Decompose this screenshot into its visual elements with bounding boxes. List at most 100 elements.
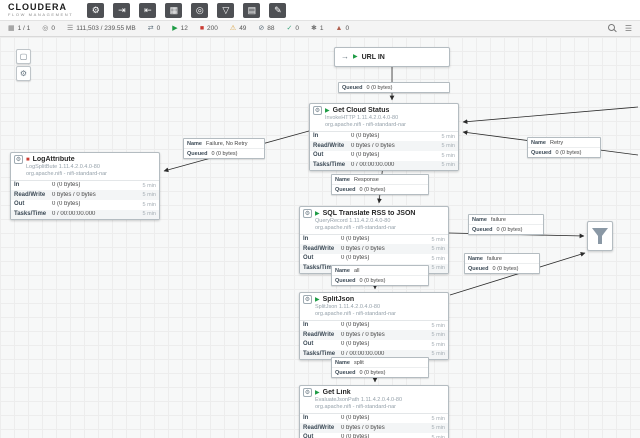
status-icon: ⊘ — [258, 25, 264, 32]
run-status-icon: ▶ — [315, 211, 320, 217]
name-row: Name failure — [465, 254, 539, 263]
toolbar-button-template[interactable]: ▤ — [243, 3, 260, 18]
status-item-stopped: ■ 200 — [200, 25, 218, 32]
stat-row: Out 0 (0 bytes) 5 min — [300, 340, 448, 350]
name-row: Name Retry — [528, 138, 600, 147]
processor-name: Get Link — [323, 389, 351, 396]
name-row: Name failure — [469, 215, 543, 224]
processor-name: SQL Translate RSS to JSON — [323, 210, 416, 217]
toolbar-icon: ▦ — [170, 6, 179, 15]
name-row: Name split — [332, 358, 428, 367]
input-port-url-in[interactable]: → ▶ URL IN — [334, 47, 450, 67]
toolbar-button-remote-process-group[interactable]: ◎ — [191, 3, 208, 18]
connection-label-retry[interactable]: Name Retry Queued 0 (0 bytes) — [527, 137, 601, 158]
queued-row: Queued 0 (0 bytes) — [332, 367, 428, 377]
processor-stats: In 0 (0 bytes) 5 min Read/Write 0 bytes … — [300, 413, 448, 438]
status-value: 1 / 1 — [18, 25, 31, 32]
operate-palette-button[interactable]: ⚙ — [16, 66, 31, 81]
processor-log-attribute[interactable]: ⚙ ■ LogAttribute LogSplitBute 1.11.4.2.0… — [10, 152, 160, 220]
status-value: 111,503 / 239.55 MB — [76, 25, 135, 32]
processor-stats: In 0 (0 bytes) 5 min Read/Write 0 bytes … — [300, 320, 448, 359]
status-items: ▦ 1 / 1 ◎ 0 ☰ 111,503 / 239.55 MB ⇄ 0 ▶ … — [8, 25, 602, 32]
processor-bundle: org.apache.nifi - nifi-standard-nar — [303, 225, 445, 232]
stat-row: Out 0 (0 bytes) 5 min — [300, 254, 448, 264]
stat-row: Out 0 (0 bytes) 5 min — [310, 151, 458, 161]
status-value: 0 — [157, 25, 161, 32]
status-icon: ⇄ — [148, 25, 154, 32]
status-icon: ✱ — [311, 25, 317, 32]
stat-row: In 0 (0 bytes) 5 min — [300, 235, 448, 245]
connection-label-failure-no-retry[interactable]: Name Failure, No Retry Queued 0 (0 bytes… — [183, 138, 265, 159]
processor-splitjson[interactable]: ⚙ ▶ SplitJson SplitJson 1.11.4.2.0.4.0-8… — [299, 292, 449, 360]
status-icon: ☰ — [67, 25, 73, 32]
settings-menu-icon[interactable]: ☰ — [625, 25, 632, 33]
status-icon: ✓ — [287, 25, 293, 32]
processor-get-link[interactable]: ⚙ ▶ Get Link EvaluateJsonPath 1.11.4.2.0… — [299, 385, 449, 438]
search-icon[interactable] — [608, 24, 617, 33]
run-status-icon: ▶ — [315, 390, 320, 396]
connection-label-failure-1[interactable]: Name failure Queued 0 (0 bytes) — [468, 214, 544, 235]
status-item-transmitting: ⇄ 0 — [148, 25, 161, 32]
toolbar-button-label[interactable]: ✎ — [269, 3, 286, 18]
toolbar-icon: ▽ — [222, 6, 229, 15]
toolbar-icon: ◎ — [196, 6, 204, 15]
stat-row: In 0 (0 bytes) 5 min — [300, 414, 448, 424]
connection-label-response[interactable]: Name Response Queued 0 (0 bytes) — [331, 174, 429, 195]
toolbar-icon: ▤ — [248, 6, 257, 15]
navigate-icon: ▢ — [20, 52, 28, 61]
connection-label-all[interactable]: Name all Queued 0 (0 bytes) — [331, 265, 429, 286]
toolbar-button-input-port[interactable]: ⇥ — [113, 3, 130, 18]
funnel[interactable] — [587, 221, 613, 251]
processor-icon: ⚙ — [303, 295, 312, 304]
processor-name: LogAttribute — [33, 156, 75, 163]
queued-row: Queued 0 (0 bytes) — [465, 263, 539, 273]
status-bar-right: ☰ — [608, 24, 632, 33]
queued-row: Queued 0 (0 bytes) — [469, 224, 543, 234]
stat-row: Tasks/Time 0 / 00:00:00.000 5 min — [310, 161, 458, 171]
stat-row: Read/Write 0 bytes / 0 bytes 5 min — [300, 330, 448, 340]
nifi-app: CLOUDERA FLOW MANAGEMENT ⚙ ⇥ ⇤ ▦ ◎ ▽ ▤ — [0, 0, 640, 438]
logo-secondary: FLOW MANAGEMENT — [8, 13, 73, 17]
stat-row: In 0 (0 bytes) 5 min — [310, 132, 458, 142]
toolbar-button-processor[interactable]: ⚙ — [87, 3, 104, 18]
status-item-active-threads: ◎ 0 — [42, 25, 55, 32]
flow-canvas[interactable]: ▢ ⚙ → ▶ URL IN Queued 0 (0 bytes) ⚙ ▶ Ge… — [0, 37, 640, 438]
processor-icon: ⚙ — [14, 155, 23, 164]
connection-label-failure-2[interactable]: Name failure Queued 0 (0 bytes) — [464, 253, 540, 274]
toolbar-button-output-port[interactable]: ⇤ — [139, 3, 156, 18]
processor-sql-translate-rss-to-json[interactable]: ⚙ ▶ SQL Translate RSS to JSON QueryRecor… — [299, 206, 449, 274]
toolbar-button-funnel[interactable]: ▽ — [217, 3, 234, 18]
status-value: 0 — [51, 25, 55, 32]
status-item-up-to-date: ✓ 0 — [287, 25, 300, 32]
status-icon: ▲ — [336, 25, 343, 32]
processor-bundle: org.apache.nifi - nifi-standard-nar — [313, 122, 455, 129]
processor-name: SplitJson — [323, 296, 355, 303]
status-value: 200 — [207, 25, 218, 32]
name-row: Name Failure, No Retry — [184, 139, 264, 148]
processor-type: EvaluateJsonPath 1.11.4.2.0.4.0-80 — [303, 397, 445, 404]
run-status-icon: ▶ — [353, 54, 358, 60]
stat-row: Out 0 (0 bytes) 5 min — [300, 433, 448, 438]
navigate-palette-button[interactable]: ▢ — [16, 49, 31, 64]
toolbar-icon: ⇥ — [118, 6, 126, 15]
connection-label-split[interactable]: Name split Queued 0 (0 bytes) — [331, 357, 429, 378]
connection-label-urlin-queue[interactable]: Queued 0 (0 bytes) — [338, 82, 450, 93]
queued-row: Queued 0 (0 bytes) — [332, 275, 428, 285]
processor-get-cloud-status[interactable]: ⚙ ▶ Get Cloud Status InvokeHTTP 1.11.4.2… — [309, 103, 459, 171]
name-row: Name all — [332, 266, 428, 275]
toolbar-button-process-group[interactable]: ▦ — [165, 3, 182, 18]
component-toolbar: ⚙ ⇥ ⇤ ▦ ◎ ▽ ▤ ✎ — [87, 3, 286, 18]
processor-name: Get Cloud Status — [333, 107, 390, 114]
processor-bundle: org.apache.nifi - nifi-standard-nar — [303, 404, 445, 411]
toolbar-icon: ⚙ — [92, 6, 100, 15]
queued-row: Queued 0 (0 bytes) — [332, 184, 428, 194]
stat-row: Read/Write 0 bytes / 0 bytes 5 min — [11, 190, 159, 200]
logo-primary: CLOUDERA — [8, 3, 73, 12]
status-value: 49 — [239, 25, 246, 32]
status-icon: ⚠ — [230, 25, 236, 32]
queued-row: Queued 0 (0 bytes) — [528, 147, 600, 157]
status-icon: ■ — [200, 25, 204, 32]
status-value: 1 — [320, 25, 324, 32]
status-icon: ▦ — [8, 25, 15, 32]
status-item-locally-modified: ✱ 1 — [311, 25, 324, 32]
